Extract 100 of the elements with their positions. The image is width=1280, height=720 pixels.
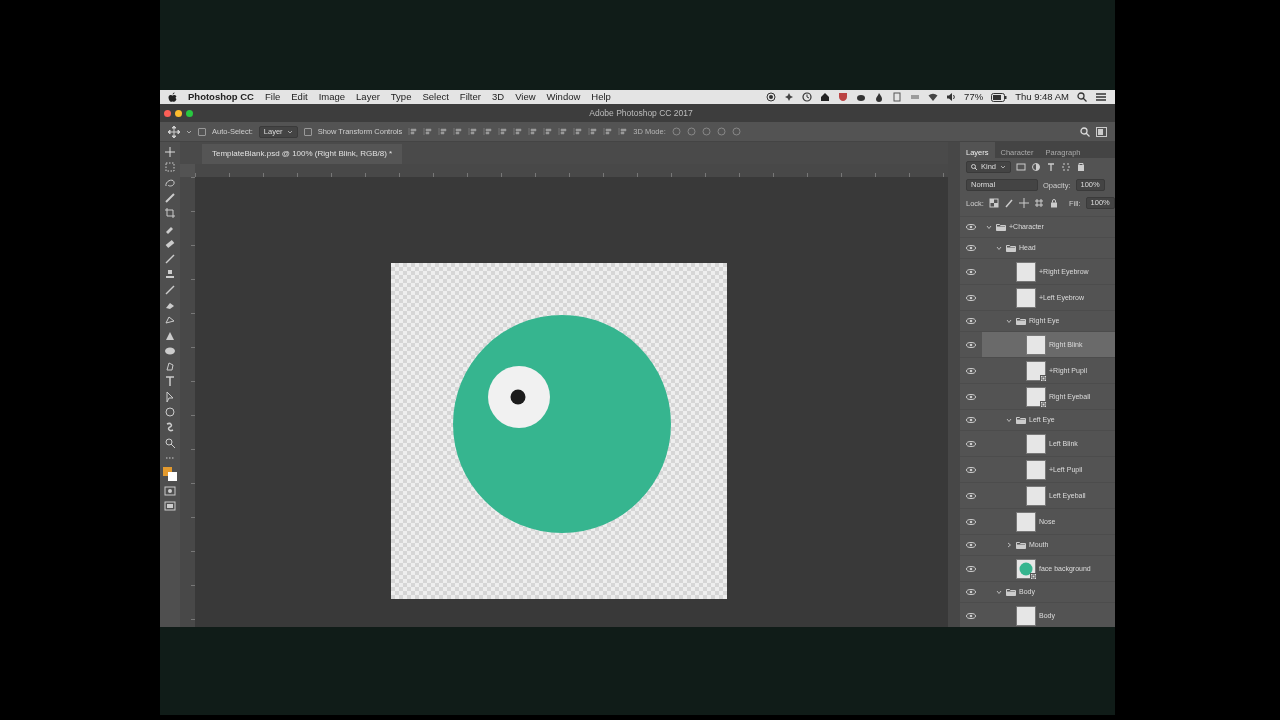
brush-tool-icon[interactable] [164, 253, 176, 266]
text-filter-icon[interactable] [1046, 162, 1056, 173]
apple-icon[interactable] [168, 92, 177, 102]
eye-icon[interactable] [966, 294, 976, 301]
align-icon[interactable] [483, 127, 493, 136]
align-icon[interactable] [453, 127, 463, 136]
wifi-icon[interactable] [928, 92, 939, 102]
menu-item[interactable]: 3D [491, 89, 505, 105]
flame-icon[interactable] [874, 92, 885, 102]
pointer-tool-icon[interactable] [164, 390, 176, 403]
menu-icon[interactable] [1095, 92, 1107, 102]
lock-icon[interactable] [1048, 198, 1059, 209]
house-icon[interactable] [820, 92, 831, 102]
align-icon[interactable] [438, 127, 448, 136]
align-icon[interactable] [558, 127, 568, 136]
minimize-button[interactable] [175, 109, 182, 117]
menu-item[interactable]: Select [422, 89, 449, 105]
battery-icon[interactable] [991, 92, 1008, 102]
eye-icon[interactable] [966, 518, 976, 525]
search-icon[interactable] [1077, 92, 1087, 102]
align-icon[interactable] [528, 127, 538, 136]
eye-icon[interactable] [966, 542, 976, 549]
eye-icon[interactable] [966, 612, 976, 619]
ellipse-tool-icon[interactable] [164, 406, 176, 419]
eye-icon[interactable] [966, 589, 976, 596]
eye-icon[interactable] [966, 268, 976, 275]
align-icon[interactable] [543, 127, 553, 136]
align-icon[interactable] [603, 127, 613, 136]
document-icon[interactable] [892, 92, 903, 102]
menu-item[interactable]: Filter [459, 89, 481, 105]
move-icon[interactable] [1018, 198, 1029, 209]
caret-icon[interactable] [996, 589, 1002, 596]
caret-icon[interactable] [1006, 417, 1012, 424]
align-icon[interactable] [408, 127, 418, 136]
move-tool-icon[interactable] [164, 146, 176, 158]
search-icon [971, 164, 977, 171]
caret-icon[interactable] [1006, 542, 1012, 549]
clock[interactable]: Thu 9:48 AM [1015, 89, 1069, 105]
caret-icon[interactable] [986, 224, 992, 231]
type-tool-icon[interactable] [164, 375, 176, 388]
caret-icon [1000, 164, 1006, 171]
speaker-icon[interactable] [946, 92, 957, 102]
workspace-icon[interactable] [1096, 126, 1107, 137]
align-icon[interactable] [573, 127, 583, 136]
menu-item[interactable]: Help [591, 89, 611, 105]
menu-item[interactable]: Edit [291, 89, 308, 105]
eye-icon[interactable] [966, 417, 976, 424]
screen-mode-icon[interactable] [164, 499, 176, 512]
menu-item[interactable]: View [515, 89, 536, 105]
align-icon[interactable] [423, 127, 433, 136]
shield-icon[interactable] [838, 92, 849, 102]
quick-mask-icon[interactable] [164, 484, 176, 497]
smart-object-filter-icon[interactable] [1076, 162, 1086, 173]
marquee-tool-icon[interactable] [164, 161, 176, 174]
align-icon[interactable] [588, 127, 598, 136]
eye-icon[interactable] [966, 393, 976, 400]
lasso-tool-icon[interactable] [164, 176, 176, 189]
eye-icon[interactable] [966, 565, 976, 572]
menu-item[interactable]: Window [546, 89, 581, 105]
artboard-icon[interactable] [1033, 198, 1044, 209]
menu-item[interactable]: File [264, 89, 281, 105]
adjustment-icon[interactable] [1031, 162, 1041, 173]
align-icon[interactable] [513, 127, 523, 136]
checkbox[interactable] [198, 127, 206, 136]
stamp-tool-icon[interactable] [164, 268, 176, 281]
close-button[interactable] [164, 109, 171, 117]
eye-icon[interactable] [966, 318, 976, 325]
eye-icon[interactable] [966, 367, 976, 374]
eye-icon[interactable] [966, 224, 976, 231]
caret-icon[interactable] [1006, 318, 1012, 325]
checkbox[interactable] [303, 127, 312, 136]
brush-tool-icon[interactable] [164, 283, 176, 296]
zoom-tool-icon[interactable] [164, 436, 176, 449]
record-icon[interactable] [766, 92, 777, 102]
app-menu[interactable]: Photoshop CC [188, 89, 254, 105]
clock-icon[interactable] [802, 92, 813, 102]
search-icon[interactable] [1080, 126, 1090, 137]
eye-icon[interactable] [966, 245, 976, 252]
align-icon[interactable] [468, 127, 478, 136]
caret-icon[interactable] [186, 128, 192, 135]
picture-icon[interactable] [1016, 162, 1026, 173]
caret-icon[interactable] [996, 245, 1002, 252]
zoom-button[interactable] [186, 109, 193, 117]
background-color-swatch[interactable] [168, 472, 177, 482]
document-tab[interactable]: TemplateBlank.psd @ 100% (Right Blink, RGB/8) * [202, 144, 403, 164]
align-icon[interactable] [498, 127, 508, 136]
folder-icon [1016, 317, 1026, 326]
brush-icon[interactable] [1003, 198, 1014, 209]
menu-item[interactable]: Layer [356, 89, 380, 105]
crop-tool-icon[interactable] [164, 207, 176, 220]
move-tool-icon[interactable] [168, 125, 180, 138]
eye-icon[interactable] [966, 341, 976, 348]
eye-icon[interactable] [966, 492, 976, 499]
align-icon[interactable] [618, 127, 628, 136]
checkerboard-icon[interactable] [988, 198, 999, 209]
eye-icon[interactable] [966, 466, 976, 473]
eye-icon[interactable] [966, 440, 976, 447]
wand-tool-icon[interactable] [164, 191, 176, 204]
menu-item[interactable]: Image [318, 89, 346, 105]
menu-item[interactable]: Type [390, 89, 412, 105]
